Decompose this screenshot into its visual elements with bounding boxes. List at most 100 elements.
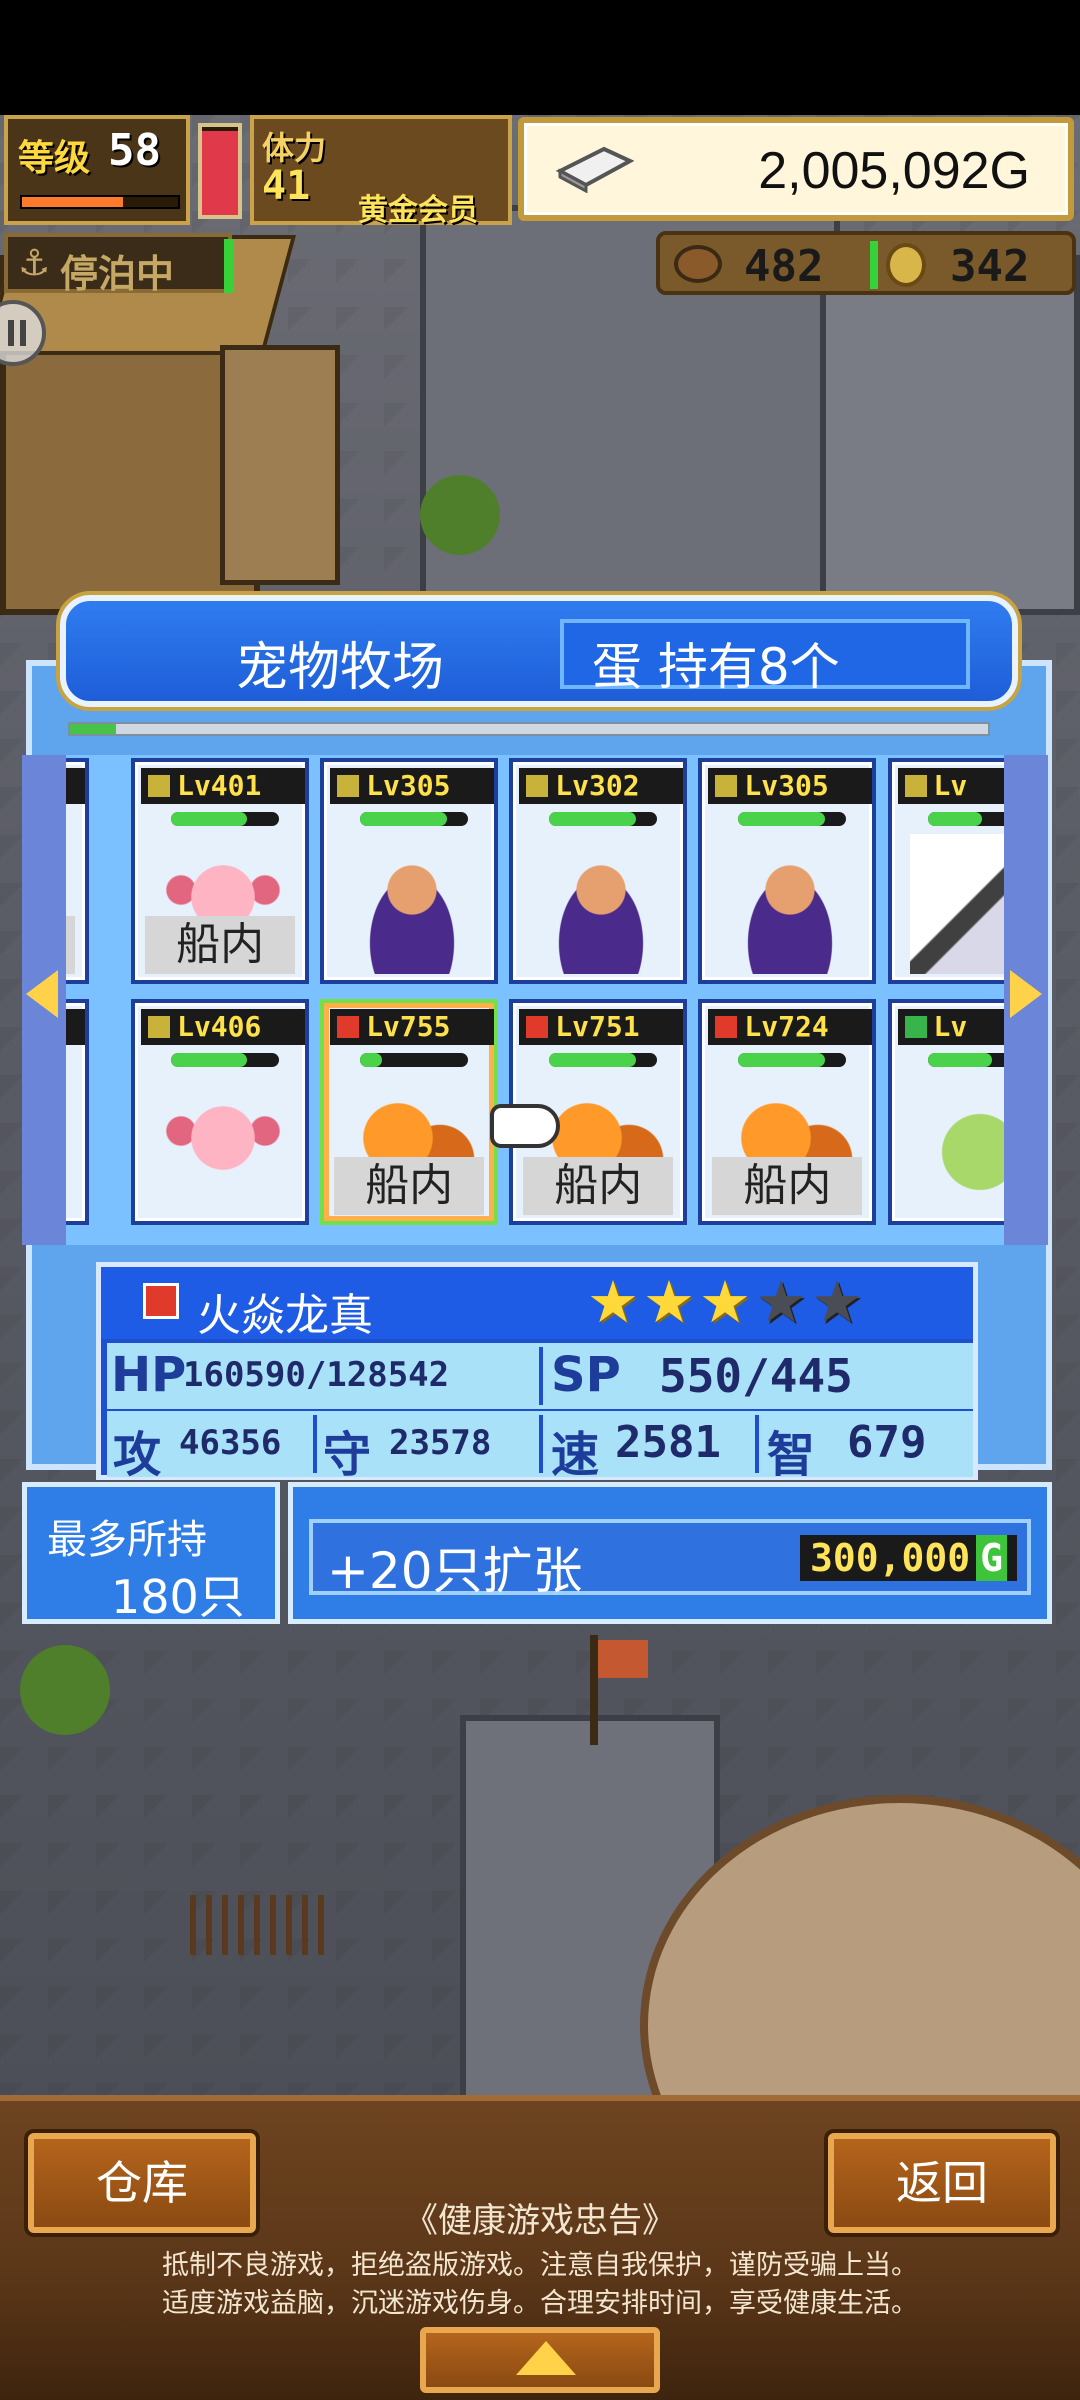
level-label: 等级 (18, 138, 91, 179)
expand-panel: +20只扩张 300,000 G (288, 1482, 1052, 1624)
capacity-value: 180只 (111, 1570, 245, 1624)
stats-divider (539, 1347, 543, 1405)
star-filled-icon: ★ (587, 1268, 639, 1336)
pet-card[interactable]: Lv (887, 999, 1004, 1226)
thunder-element-icon (712, 771, 741, 800)
gold-value: 2,005,092G (758, 142, 1030, 200)
defense-value: 23578 (389, 1423, 492, 1463)
rarity-stars: ★ ★ ★ ★ ★ (587, 1273, 863, 1331)
expand-menu-button[interactable] (420, 2327, 660, 2393)
resource-panel: 482 342 (656, 231, 1076, 295)
member-badge: 黄金会员 (358, 193, 478, 228)
tree-icon (20, 1645, 110, 1735)
pet-card[interactable]: Lv755 船内 (320, 999, 499, 1226)
pet-portrait-green (909, 1075, 1004, 1216)
pet-name: 火焱龙真 (197, 1290, 373, 1341)
pet-card[interactable]: Lv406 (131, 999, 310, 1226)
pet-portrait-axolotl (153, 1075, 294, 1216)
pet-name-row: 火焱龙真 ★ ★ ★ ★ ★ (101, 1267, 973, 1341)
up-arrow-icon (516, 2341, 576, 2375)
thunder-element-icon (145, 1013, 174, 1042)
pet-hp-fill (549, 811, 636, 826)
stats-divider (539, 1415, 543, 1473)
dock-status[interactable]: ⚓ 停泊中 (4, 233, 232, 296)
medal-icon (674, 245, 722, 283)
thunder-element-icon (145, 771, 174, 800)
flag-icon (598, 1640, 648, 1678)
expand-cost-value: 300,000 (809, 1536, 971, 1580)
pet-hp-bar (171, 811, 280, 826)
attack-label: 攻 (113, 1427, 162, 1483)
scroll-right-arrow-icon[interactable] (1010, 970, 1042, 1018)
egg-count-label: 蛋 持有8个 (592, 638, 840, 696)
pet-portrait-bruiser (531, 833, 672, 974)
expand-capacity-button[interactable]: +20只扩张 300,000 G (309, 1519, 1031, 1600)
fire-element-icon (143, 1283, 179, 1319)
gold-unit-icon: G (976, 1535, 1007, 1581)
coin-icon (886, 243, 926, 287)
sp-label: SP (551, 1347, 621, 1403)
attack-value: 46356 (179, 1423, 282, 1463)
egg-count-button[interactable]: 蛋 持有8个 (560, 619, 970, 696)
thunder-element-icon (901, 771, 930, 800)
pet-hp-bar (927, 811, 1004, 826)
health-notice-line: 适度游戏益脑，沉迷游戏伤身。合理安排时间，享受健康生活。 (162, 2288, 918, 2319)
pet-hp-fill (738, 1053, 825, 1068)
pet-hp-fill (360, 1053, 382, 1068)
pet-card[interactable]: Lv305 (698, 757, 877, 984)
star-empty-icon: ★ (755, 1268, 807, 1336)
pet-hp-bar (549, 811, 658, 826)
resource-a-value: 482 (744, 241, 824, 292)
pointer-hand-icon (490, 1104, 560, 1148)
anchor-icon: ⚓ (18, 243, 51, 284)
pet-card[interactable]: Lv302 (509, 757, 688, 984)
level-panel[interactable]: 等级 58 (4, 115, 190, 225)
pet-portrait-bruiser (720, 833, 861, 974)
pet-card[interactable]: Lv (887, 757, 1004, 984)
dock-indicator (224, 239, 234, 293)
pet-card[interactable]: 405 船内 (66, 757, 89, 984)
level-progress-bar (20, 195, 180, 209)
health-notice-line: 抵制不良游戏，拒绝盗版游戏。注意自我保护，谨防受骗上当。 (162, 2250, 918, 2281)
pet-card[interactable]: Lv305 (320, 757, 499, 984)
dock-label: 停泊中 (60, 252, 175, 296)
intelligence-value: 679 (847, 1417, 927, 1468)
fire-element-icon (712, 1013, 741, 1042)
pet-stats-panel: 火焱龙真 ★ ★ ★ ★ ★ HP 160590/128542 SP 550/445 攻… (96, 1262, 978, 1483)
pet-hp-fill (171, 1053, 247, 1068)
pet-hp-fill (360, 811, 447, 826)
hp-value: 160590/128542 (183, 1355, 450, 1395)
stamina-panel[interactable]: 体力 41 黄金会员 (250, 115, 512, 228)
pet-portrait-white (909, 833, 1004, 974)
expand-label: +20只扩张 (327, 1542, 583, 1600)
pet-hp-bar (738, 1053, 847, 1068)
hp-label: HP (111, 1347, 187, 1403)
pet-location-tag: 船内 (523, 1157, 674, 1216)
resource-b-value: 342 (950, 241, 1030, 292)
pet-hp-bar (171, 1053, 280, 1068)
pet-hp-fill (927, 1053, 993, 1068)
pet-hp-bar (549, 1053, 658, 1068)
pet-hp-bar (738, 811, 847, 826)
windmill (220, 345, 340, 585)
wind-element-icon (901, 1013, 930, 1042)
pet-hp-fill (738, 811, 825, 826)
pet-hp-fill (927, 811, 982, 826)
capacity-panel: 最多所持 180只 (22, 1482, 280, 1624)
pet-hp-bar (360, 811, 469, 826)
panel-title: 宠物牧场 (236, 638, 445, 698)
pet-location-tag: 船内 (66, 915, 75, 974)
pet-card[interactable]: 409 (66, 999, 89, 1226)
stats-row-attributes: 攻 46356 守 23578 速 2581 智 679 (107, 1411, 973, 1483)
capacity-label: 最多所持 (47, 1517, 207, 1563)
gold-panel[interactable]: 2,005,092G (518, 117, 1074, 221)
intelligence-label: 智 (767, 1427, 816, 1483)
scroll-left-arrow-icon[interactable] (26, 970, 58, 1018)
stamina-gauge (198, 123, 242, 219)
pet-card[interactable]: Lv724 船内 (698, 999, 877, 1226)
scroll-progress-bar (68, 722, 990, 736)
fire-element-icon (523, 1013, 552, 1042)
pet-card[interactable]: Lv401 船内 (131, 757, 310, 984)
top-hud: 等级 58 体力 41 黄金会员 2,005,092G ⚓ 停泊中 482 34… (0, 115, 1080, 296)
star-filled-icon: ★ (699, 1268, 751, 1336)
